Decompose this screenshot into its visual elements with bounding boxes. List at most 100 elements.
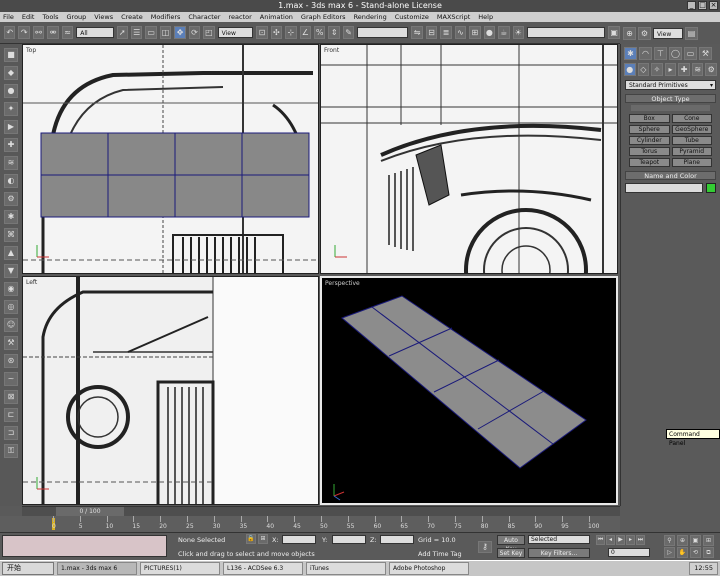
nurbs-tab-icon[interactable]: ~ [4,372,18,386]
task-3dsmax[interactable]: 1.max - 3ds max 6 [57,562,137,575]
objects-tab-icon[interactable]: ■ [4,48,18,62]
current-frame-field[interactable]: 0 [608,548,650,557]
menu-customize[interactable]: Customize [395,12,429,22]
select-by-name-icon[interactable]: ☰ [130,26,143,39]
menu-views[interactable]: Views [94,12,113,22]
view-dropdown-right[interactable]: View [653,27,683,39]
utilities-tab-icon[interactable]: ⚒ [699,47,712,60]
toolbar-toggle-icon[interactable]: ⊕ [623,26,636,40]
display-tab-icon[interactable]: ▭ [684,47,697,60]
time-slider-thumb[interactable]: 0 / 100 [56,507,124,516]
add-time-tag-button[interactable]: Add Time Tag [418,550,462,558]
snap-toggle-icon[interactable]: ⊹ [285,26,297,39]
selection-lock-icon[interactable]: 🔒 [246,534,256,544]
redo-icon[interactable]: ↷ [18,26,30,39]
y-coordinate-field[interactable] [332,535,366,544]
viewport-front-label[interactable]: Front [324,47,339,54]
pivot-center-icon[interactable]: ⊡ [256,26,268,39]
pan-icon[interactable]: ✋ [677,547,688,558]
menu-character[interactable]: Character [188,12,220,22]
render-type-dropdown[interactable] [526,27,606,38]
link-icon[interactable]: ⚯ [32,26,45,39]
character-tab-icon[interactable]: ☺ [4,318,18,332]
zoom-icon[interactable]: ⚲ [664,535,675,546]
maximize-viewport-icon[interactable]: ⧉ [703,547,714,558]
schematic-view-icon[interactable]: ⊞ [469,26,481,39]
menu-animation[interactable]: Animation [260,12,293,22]
object-type-rollout-header[interactable]: Object Type [625,94,716,103]
menu-rendering[interactable]: Rendering [354,12,387,22]
bones-tab-icon[interactable]: ⚒ [4,336,18,350]
windows-tab-icon[interactable]: ⊐ [4,426,18,440]
menu-group[interactable]: Group [67,12,87,22]
plane-button[interactable]: Plane [671,158,712,167]
box-button[interactable]: Box [629,114,670,123]
key-filters-button[interactable]: Key Filters... [528,548,590,558]
viewport-left-label[interactable]: Left [26,279,37,286]
task-itunes[interactable]: iTunes [306,562,386,575]
maxscript-listener-mini[interactable] [2,535,167,557]
close-button[interactable]: × [709,1,718,10]
zoom-extents-icon[interactable]: ▣ [690,535,701,546]
window-crossing-icon[interactable]: ◫ [159,26,172,39]
go-to-start-icon[interactable]: ⏮ [596,535,605,545]
absolute-mode-icon[interactable]: ⊞ [258,534,268,544]
menu-modifiers[interactable]: Modifiers [151,12,181,22]
go-to-end-icon[interactable]: ⏭ [636,535,645,545]
key-icon[interactable]: ⚷ [478,541,492,553]
arc-rotate-icon[interactable]: ⟲ [690,547,701,558]
align-icon[interactable]: ⊟ [425,26,438,39]
shapes-tab-icon[interactable]: ◆ [4,66,18,80]
unlink-icon[interactable]: ⚮ [47,26,59,39]
task-pictures[interactable]: PICTURES(1) [140,562,220,575]
viewport-perspective-label[interactable]: Perspective [325,280,360,287]
named-selection-icon[interactable]: ✎ [342,26,355,39]
tube-button[interactable]: Tube [671,136,712,145]
menu-graph-editors[interactable]: Graph Editors [301,12,346,22]
geosphere-button[interactable]: GeoSphere [671,125,712,134]
spinner-snap-icon[interactable]: ⇕ [328,26,340,39]
timeline-track-bar[interactable]: 0 5 10 15 20 25 30 35 40 45 50 55 60 65 70 75 80 85 90 95 10… [0,516,620,532]
primitive-category-dropdown[interactable]: Standard Primitives [625,80,716,91]
name-and-color-rollout-header[interactable]: Name and Color [625,171,716,180]
select-rotate-icon[interactable]: ⟳ [188,26,201,39]
object-name-field[interactable] [625,183,703,193]
hierarchy-tab-icon[interactable]: ⊤ [654,47,667,60]
torus-button[interactable]: Torus [629,147,670,156]
render-last-icon[interactable]: ▣ [608,26,620,39]
next-frame-icon[interactable]: ▸ [626,535,635,545]
quick-render-icon[interactable]: ☀ [512,26,524,39]
render-scene-icon[interactable]: ☕ [498,26,510,39]
helpers-tab-icon[interactable]: ✚ [4,138,18,152]
systems-category-icon[interactable]: ⚙ [705,63,718,76]
cone-button[interactable]: Cone [671,114,712,123]
menu-maxscript[interactable]: MAXScript [437,12,470,22]
minimize-button[interactable]: _ [687,1,696,10]
pyramid-button[interactable]: Pyramid [671,147,712,156]
select-scale-icon[interactable]: ◰ [203,26,215,39]
auto-key-button[interactable]: Auto Key [497,535,525,553]
lock-tab-icon[interactable]: ⚿ [4,444,18,458]
sphere-button[interactable]: Sphere [629,125,670,134]
lights-category-icon[interactable]: ✧ [651,63,663,76]
time-slider[interactable]: 0 / 100 [22,506,620,516]
zoom-extents-all-icon[interactable]: ⊞ [703,535,714,546]
viewport-top[interactable]: Top [22,44,319,274]
mirror-icon[interactable]: ⇋ [411,26,423,39]
mesh-tools-tab-icon[interactable]: ▼ [4,264,18,278]
material-editor-icon[interactable]: ● [483,26,496,39]
autogrid-checkbox[interactable] [631,105,710,111]
particles-tab-icon[interactable]: ✱ [4,210,18,224]
teapot-button[interactable]: Teapot [629,158,670,167]
cylinder-button[interactable]: Cylinder [629,136,670,145]
reactor-icon[interactable]: ⚙ [638,26,651,40]
selection-filter-dropdown[interactable]: All [76,27,114,38]
task-photoshop[interactable]: Adobe Photoshop [389,562,469,575]
spacewarps-category-icon[interactable]: ≋ [691,63,704,76]
key-mode-dropdown[interactable]: Selected [528,535,590,544]
viewport-top-label[interactable]: Top [26,47,36,54]
surface-tools-tab-icon[interactable]: ▲ [4,246,18,260]
dynamics-tab-icon[interactable]: ⌘ [4,228,18,242]
menu-create[interactable]: Create [121,12,143,22]
viewport-left[interactable]: Left [22,276,319,505]
